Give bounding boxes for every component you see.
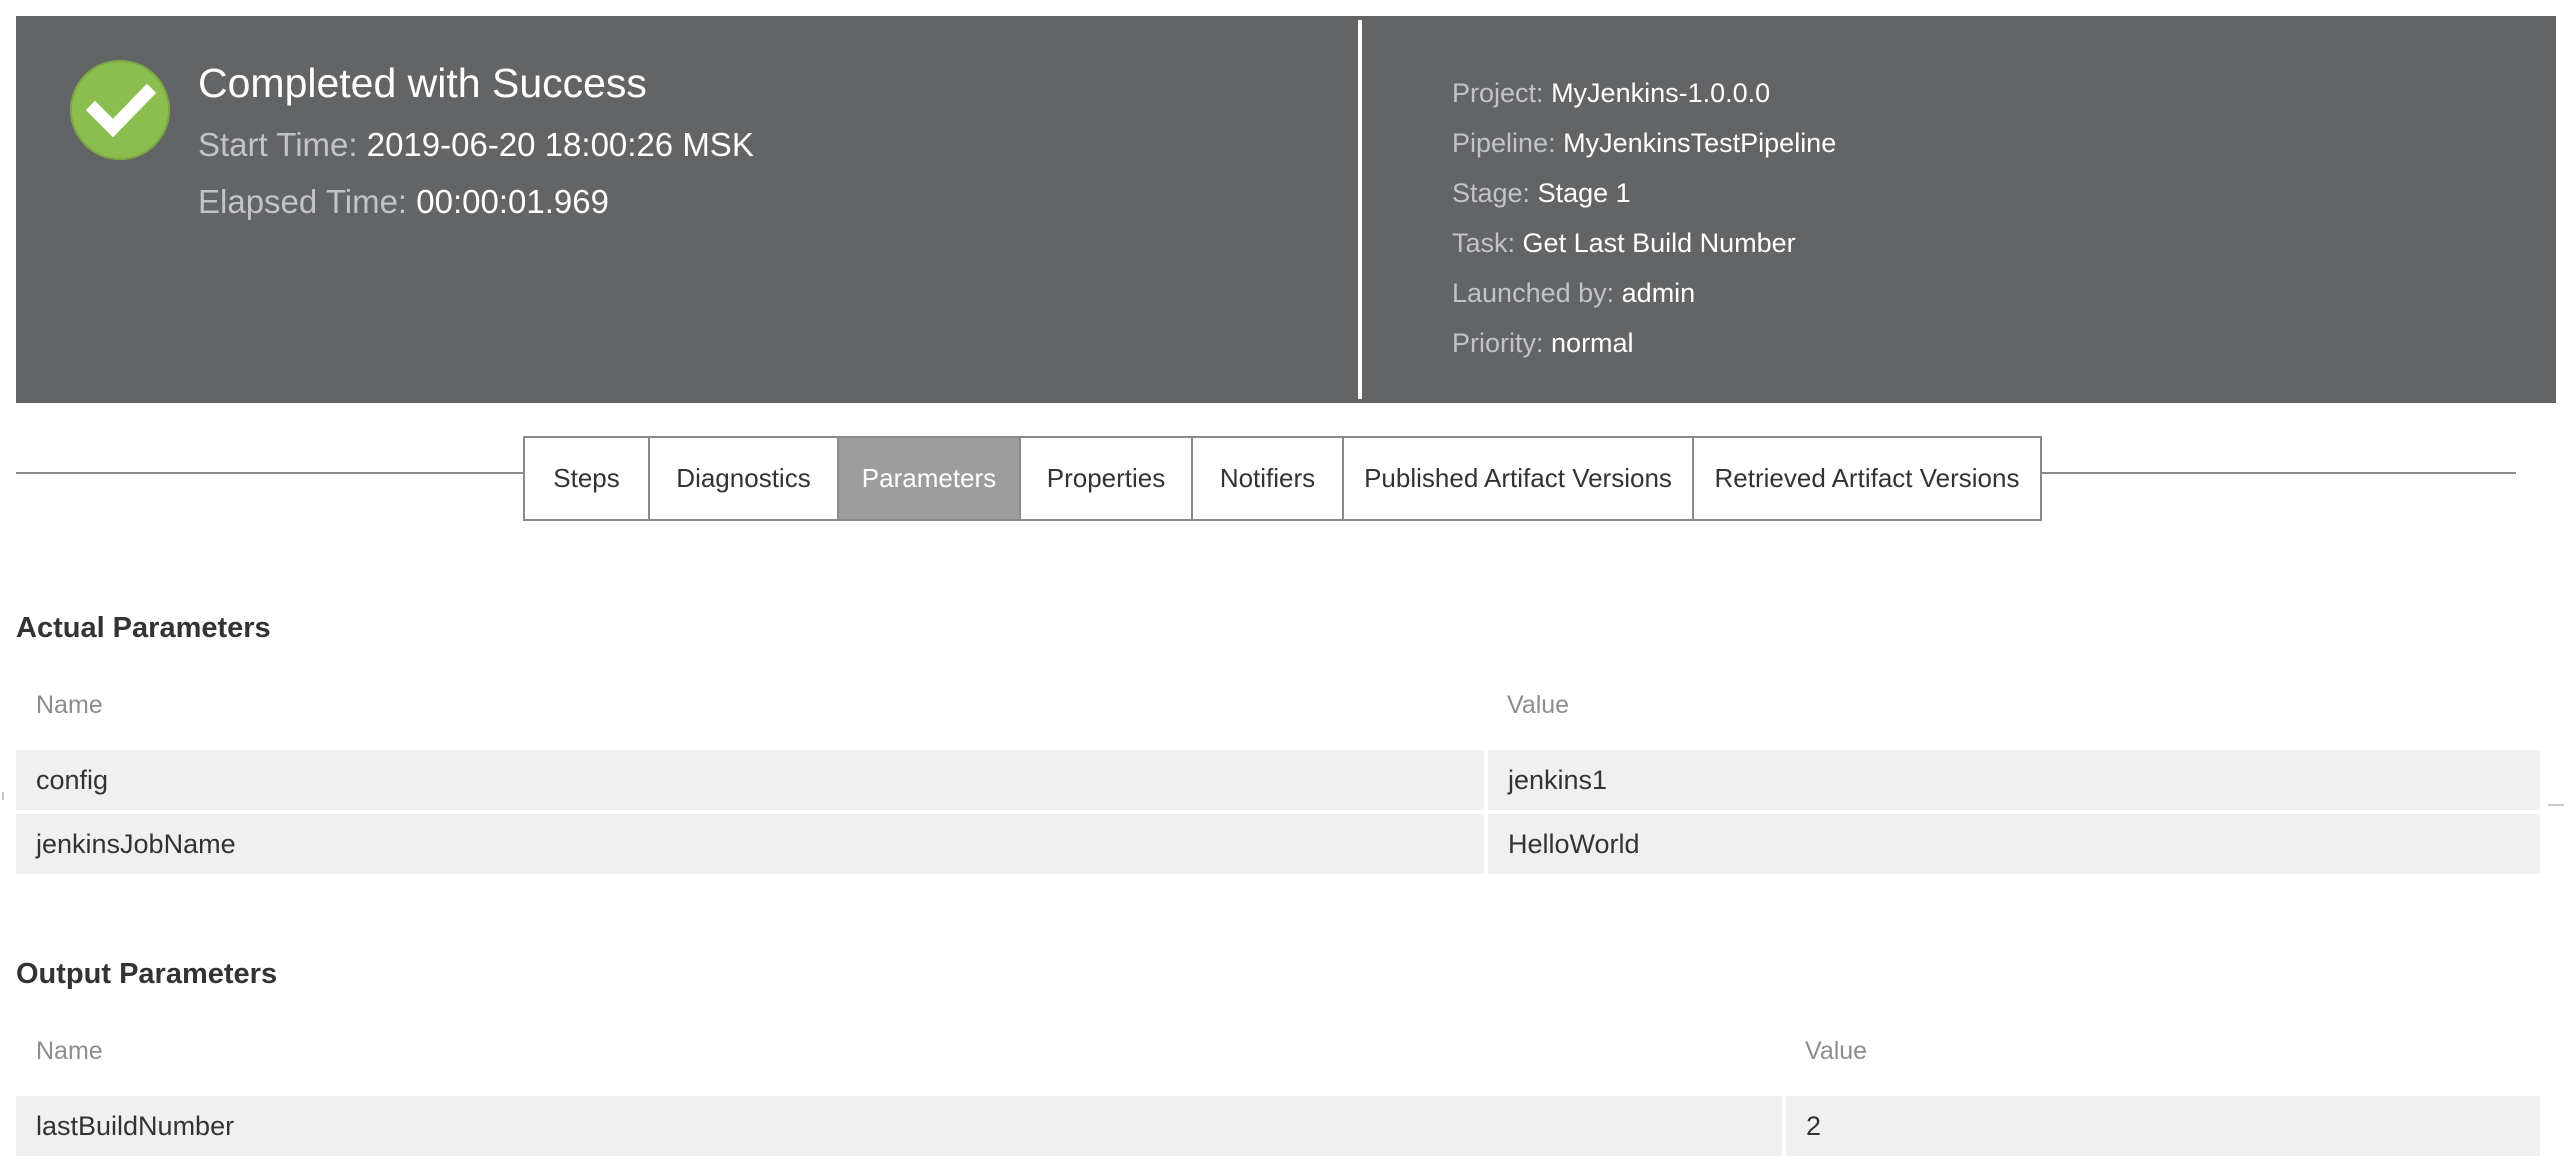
project-value[interactable]: MyJenkins-1.0.0.0	[1551, 78, 1770, 108]
task-info: Task: Get Last Build Number	[1452, 228, 1796, 259]
actual-parameters-value-header: Value	[1507, 691, 1570, 719]
tab-diagnostics[interactable]: Diagnostics	[650, 438, 839, 519]
resize-edge-left	[2, 792, 4, 800]
table-row-value: HelloWorld	[1488, 814, 2540, 874]
success-checkmark-icon	[70, 60, 170, 160]
pipeline-value[interactable]: MyJenkinsTestPipeline	[1563, 128, 1836, 158]
launched-by-value: admin	[1621, 278, 1696, 308]
project-label: Project:	[1452, 78, 1544, 108]
priority-label: Priority:	[1452, 328, 1544, 358]
start-time-label: Start Time:	[198, 126, 358, 163]
table-row-name: jenkinsJobName	[16, 814, 1484, 874]
launched-by-label: Launched by:	[1452, 278, 1615, 308]
header-divider	[1358, 20, 1362, 399]
table-row-value: 2	[1786, 1096, 2540, 1156]
job-status-header: Completed with Success Start Time: 2019-…	[16, 16, 2556, 403]
resize-edge-right	[2548, 804, 2564, 806]
priority-value: normal	[1551, 328, 1634, 358]
tab-retrieved-artifact-versions[interactable]: Retrieved Artifact Versions	[1694, 438, 2040, 519]
table-row-name: config	[16, 750, 1484, 810]
output-parameters-name-header: Name	[36, 1037, 103, 1065]
tab-notifiers[interactable]: Notifiers	[1193, 438, 1344, 519]
table-row-value: jenkins1	[1488, 750, 2540, 810]
stage-label: Stage:	[1452, 178, 1531, 208]
pipeline-info: Pipeline: MyJenkinsTestPipeline	[1452, 128, 1836, 159]
launched-by-info: Launched by: admin	[1452, 278, 1695, 309]
tab-published-artifact-versions[interactable]: Published Artifact Versions	[1344, 438, 1694, 519]
tab-steps[interactable]: Steps	[525, 438, 650, 519]
elapsed-time-label: Elapsed Time:	[198, 183, 408, 220]
start-time-value: 2019-06-20 18:00:26 MSK	[366, 126, 754, 163]
stage-value: Stage 1	[1537, 178, 1631, 208]
actual-parameters-title: Actual Parameters	[16, 612, 271, 644]
status-title: Completed with Success	[198, 60, 647, 106]
pipeline-label: Pipeline:	[1452, 128, 1556, 158]
output-parameters-title: Output Parameters	[16, 958, 278, 990]
tab-parameters[interactable]: Parameters	[839, 438, 1021, 519]
tab-properties[interactable]: Properties	[1021, 438, 1193, 519]
actual-parameters-name-header: Name	[36, 691, 103, 719]
table-row-name: lastBuildNumber	[16, 1096, 1782, 1156]
elapsed-time-value: 00:00:01.969	[416, 183, 609, 220]
task-value: Get Last Build Number	[1522, 228, 1796, 258]
elapsed-time: Elapsed Time: 00:00:01.969	[198, 183, 609, 221]
start-time: Start Time: 2019-06-20 18:00:26 MSK	[198, 126, 754, 164]
stage-info: Stage: Stage 1	[1452, 178, 1631, 209]
priority-info: Priority: normal	[1452, 328, 1634, 359]
tab-bar: Steps Diagnostics Parameters Properties …	[523, 436, 2042, 521]
task-label: Task:	[1452, 228, 1516, 258]
project-info: Project: MyJenkins-1.0.0.0	[1452, 78, 1770, 109]
output-parameters-value-header: Value	[1805, 1037, 1868, 1065]
